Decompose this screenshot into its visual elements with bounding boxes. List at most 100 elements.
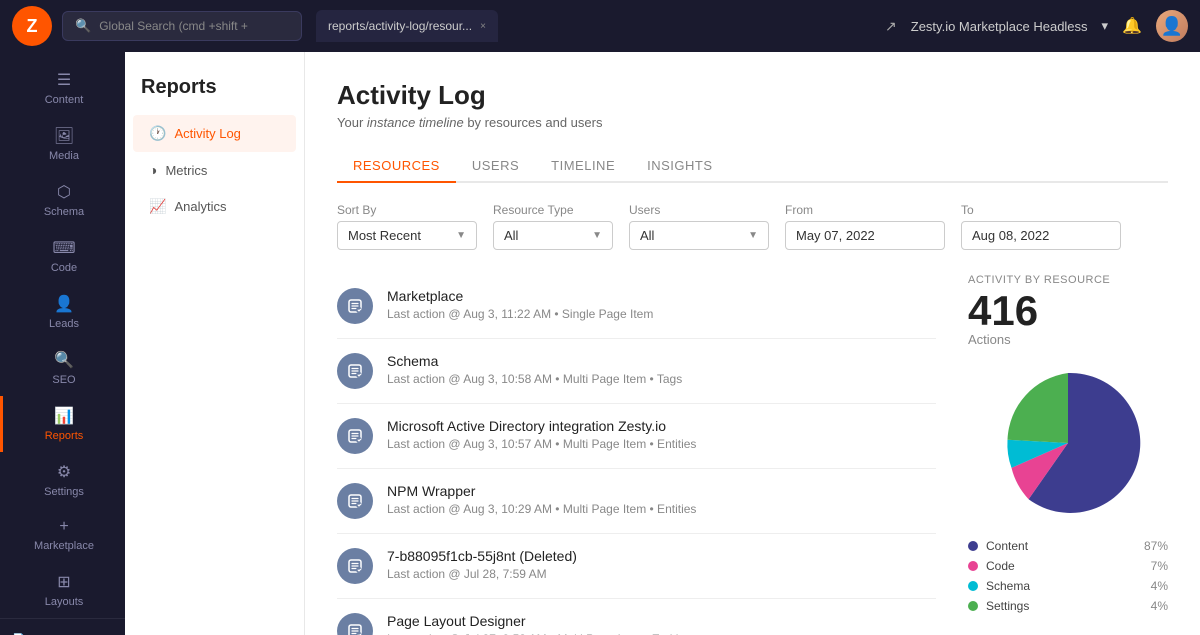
to-input[interactable]: Aug 08, 2022 xyxy=(961,221,1121,250)
activity-title: Page Layout Designer xyxy=(387,613,691,629)
activity-meta: Last action @ Aug 3, 10:58 AM • Multi Pa… xyxy=(387,372,682,386)
from-input[interactable]: May 07, 2022 xyxy=(785,221,945,250)
workspace-label: Zesty.io Marketplace Headless xyxy=(911,19,1088,34)
activity-list: Marketplace Last action @ Aug 3, 11:22 A… xyxy=(337,274,936,635)
content-icon: ☰ xyxy=(57,70,71,90)
main-content: Activity Log Your instance timeline by r… xyxy=(305,52,1200,635)
page-title: Activity Log xyxy=(337,80,1168,111)
page-subtitle: Your instance timeline by resources and … xyxy=(337,115,1168,130)
activity-log-nav-icon: 🕐 xyxy=(149,125,166,142)
search-bar[interactable]: 🔍 Global Search (cmd +shift + xyxy=(62,11,302,41)
users-select[interactable]: All ▼ xyxy=(629,221,769,250)
sidebar-label-leads: Leads xyxy=(49,318,79,330)
sidebar-item-settings[interactable]: ⚙ Settings xyxy=(0,452,125,508)
resource-type-filter: Resource Type All ▼ xyxy=(493,203,613,250)
legend-dot xyxy=(968,581,978,591)
tab-users[interactable]: USERS xyxy=(456,150,535,183)
activity-item[interactable]: Microsoft Active Directory integration Z… xyxy=(337,404,936,469)
activity-item[interactable]: Schema Last action @ Aug 3, 10:58 AM • M… xyxy=(337,339,936,404)
activity-item[interactable]: Page Layout Designer Last action @ Jul 2… xyxy=(337,599,936,635)
legend-pct: 4% xyxy=(1151,599,1168,613)
resource-type-select[interactable]: All ▼ xyxy=(493,221,613,250)
nav-right: ↗ Zesty.io Marketplace Headless ▾ 🔔 👤 xyxy=(885,10,1188,42)
top-nav: Z 🔍 Global Search (cmd +shift + reports/… xyxy=(0,0,1200,52)
reports-nav-metrics[interactable]: ◑ Metrics xyxy=(133,152,296,188)
search-placeholder: Global Search (cmd +shift + xyxy=(99,19,248,33)
logo[interactable]: Z xyxy=(12,6,52,46)
sidebar-item-schema[interactable]: ⬡ Schema xyxy=(0,172,125,228)
activity-title: Schema xyxy=(387,353,682,369)
users-value: All xyxy=(640,228,654,243)
sidebar-item-seo[interactable]: 🔍 SEO xyxy=(0,340,125,396)
to-value: Aug 08, 2022 xyxy=(972,228,1049,243)
reports-sidebar-title: Reports xyxy=(125,76,304,115)
sidebar-label-code: Code xyxy=(51,262,77,274)
sidebar-label-layouts: Layouts xyxy=(45,596,84,608)
workspace-dropdown-icon[interactable]: ▾ xyxy=(1102,18,1109,34)
legend-label: Code xyxy=(986,559,1015,573)
notification-bell-icon[interactable]: 🔔 xyxy=(1122,16,1142,36)
legend-pct: 87% xyxy=(1144,539,1168,553)
chart-panel: ACTIVITY BY RESOURCE 416 Actions xyxy=(968,274,1168,635)
code-icon: ⌨ xyxy=(52,238,75,258)
main-layout: ☰ Content 🖼 Media ⬡ Schema ⌨ Code 👤 Lead… xyxy=(0,52,1200,635)
sidebar-item-media[interactable]: 🖼 Media xyxy=(0,116,125,172)
sidebar-item-content[interactable]: ☰ Content xyxy=(0,60,125,116)
external-link-icon[interactable]: ↗ xyxy=(885,18,897,35)
sort-by-label: Sort By xyxy=(337,203,477,217)
resource-type-label: Resource Type xyxy=(493,203,613,217)
legend-label: Content xyxy=(986,539,1028,553)
sidebar-item-marketplace[interactable]: + Marketplace xyxy=(0,508,125,562)
to-label: To xyxy=(961,203,1121,217)
from-filter: From May 07, 2022 xyxy=(785,203,945,250)
leads-icon: 👤 xyxy=(54,294,74,314)
sort-by-chevron-icon: ▼ xyxy=(456,230,466,241)
activity-item[interactable]: NPM Wrapper Last action @ Aug 3, 10:29 A… xyxy=(337,469,936,534)
reports-sidebar: Reports 🕐 Activity Log ◑ Metrics 📈 Analy… xyxy=(125,52,305,635)
tab-resources[interactable]: RESOURCES xyxy=(337,150,456,183)
activity-icon xyxy=(337,483,373,519)
sidebar-item-leads[interactable]: 👤 Leads xyxy=(0,284,125,340)
reports-icon: 📊 xyxy=(54,406,74,426)
activity-info: 7-b88095f1cb-55j8nt (Deleted) Last actio… xyxy=(387,548,577,581)
sidebar-label-content: Content xyxy=(45,94,84,106)
activity-item[interactable]: 7-b88095f1cb-55j8nt (Deleted) Last actio… xyxy=(337,534,936,599)
activity-info: Marketplace Last action @ Aug 3, 11:22 A… xyxy=(387,288,653,321)
sort-by-select[interactable]: Most Recent ▼ xyxy=(337,221,477,250)
user-avatar[interactable]: 👤 xyxy=(1156,10,1188,42)
chart-count-label: Actions xyxy=(968,332,1168,347)
sidebar-items: ☰ Content 🖼 Media ⬡ Schema ⌨ Code 👤 Lead… xyxy=(0,60,125,618)
users-chevron-icon: ▼ xyxy=(748,230,758,241)
activity-title: NPM Wrapper xyxy=(387,483,696,499)
sidebar-item-reports[interactable]: 📊 Reports xyxy=(0,396,125,452)
browser-tab[interactable]: reports/activity-log/resour... × xyxy=(316,10,498,42)
chart-legend: Content 87% Code 7% Schema 4% Settings 4… xyxy=(968,539,1168,613)
analytics-nav-icon: 📈 xyxy=(149,198,166,215)
reports-nav-analytics[interactable]: 📈 Analytics xyxy=(133,188,296,225)
sidebar-item-code[interactable]: ⌨ Code xyxy=(0,228,125,284)
activity-icon xyxy=(337,353,373,389)
tab-insights[interactable]: INSIGHTS xyxy=(631,150,728,183)
activity-title: Microsoft Active Directory integration Z… xyxy=(387,418,696,434)
activity-icon xyxy=(337,548,373,584)
activity-title: Marketplace xyxy=(387,288,653,304)
close-tab-icon[interactable]: × xyxy=(480,21,486,32)
sort-by-value: Most Recent xyxy=(348,228,421,243)
media-icon: 🖼 xyxy=(54,126,74,146)
resource-type-chevron-icon: ▼ xyxy=(592,230,602,241)
layouts-icon: ⊞ xyxy=(57,572,70,592)
sidebar: ☰ Content 🖼 Media ⬡ Schema ⌨ Code 👤 Lead… xyxy=(0,52,125,635)
analytics-nav-label: Analytics xyxy=(174,199,226,214)
sidebar-item-docs[interactable]: 📄 Docs xyxy=(0,627,125,635)
activity-item[interactable]: Marketplace Last action @ Aug 3, 11:22 A… xyxy=(337,274,936,339)
activity-icon xyxy=(337,418,373,454)
legend-item: Content 87% xyxy=(968,539,1168,553)
sidebar-bottom: 📄 Docs 🔄 Zesty.io # aa1n9156 MADE WITH Z… xyxy=(0,618,125,635)
tab-label: reports/activity-log/resour... xyxy=(328,19,472,33)
tab-timeline[interactable]: TIMELINE xyxy=(535,150,631,183)
reports-nav-activity-log[interactable]: 🕐 Activity Log xyxy=(133,115,296,152)
activity-info: Schema Last action @ Aug 3, 10:58 AM • M… xyxy=(387,353,682,386)
activity-meta: Last action @ Jul 28, 7:59 AM xyxy=(387,567,577,581)
sidebar-item-layouts[interactable]: ⊞ Layouts xyxy=(0,562,125,618)
activity-info: Page Layout Designer Last action @ Jul 2… xyxy=(387,613,691,635)
